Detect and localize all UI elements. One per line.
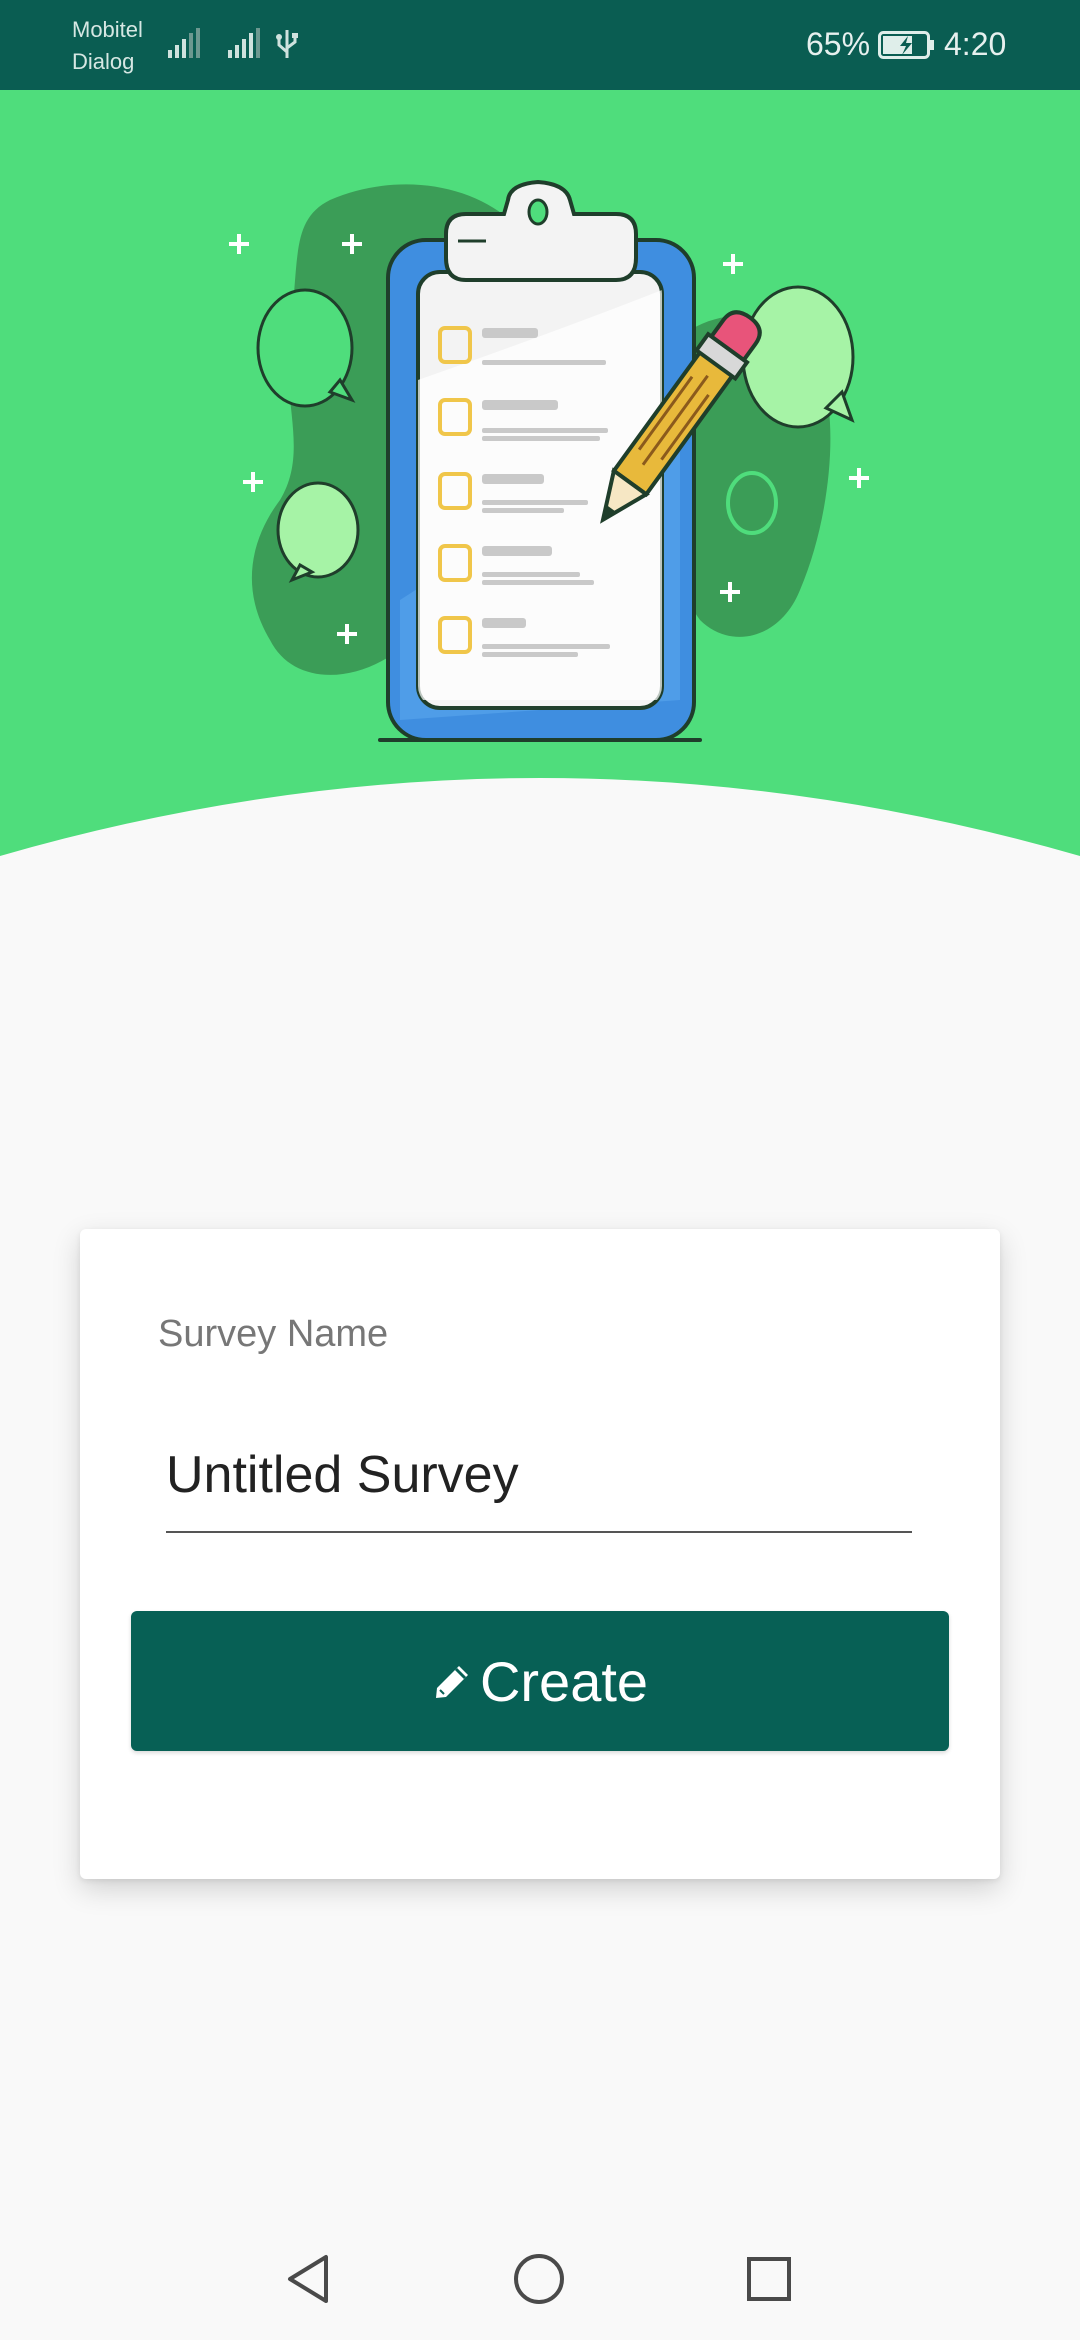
usb-icon [276, 30, 298, 58]
survey-name-label: Survey Name [158, 1313, 389, 1355]
signal-icon [168, 28, 200, 58]
signal-icon [228, 28, 260, 58]
recents-button[interactable] [734, 2244, 804, 2314]
speech-bubble-icon [741, 285, 855, 429]
navigation-bar [0, 2214, 1080, 2340]
pencil-icon [435, 1666, 468, 1698]
create-button[interactable]: Create [131, 1611, 949, 1751]
hero-illustration [0, 90, 1080, 856]
home-icon [514, 2254, 564, 2304]
battery-charging-icon [878, 31, 934, 59]
carrier-1: Mobitel [72, 17, 143, 42]
survey-card: Survey Name Create [80, 1229, 1000, 1879]
back-icon [288, 2255, 328, 2303]
recents-icon [747, 2257, 791, 2301]
clock: 4:20 [944, 26, 1007, 62]
carrier-names: Mobitel Dialog [72, 14, 143, 78]
status-bar: Mobitel Dialog 65% 4:20 [0, 0, 1080, 90]
battery-percent: 65% [806, 26, 871, 62]
speech-bubble-icon [256, 288, 356, 408]
survey-name-input[interactable] [166, 1433, 912, 1533]
back-button[interactable] [275, 2244, 345, 2314]
carrier-2: Dialog [72, 49, 135, 74]
speech-bubble-icon [276, 481, 360, 583]
create-button-label: Create [479, 1649, 649, 1713]
home-button[interactable] [504, 2244, 574, 2314]
